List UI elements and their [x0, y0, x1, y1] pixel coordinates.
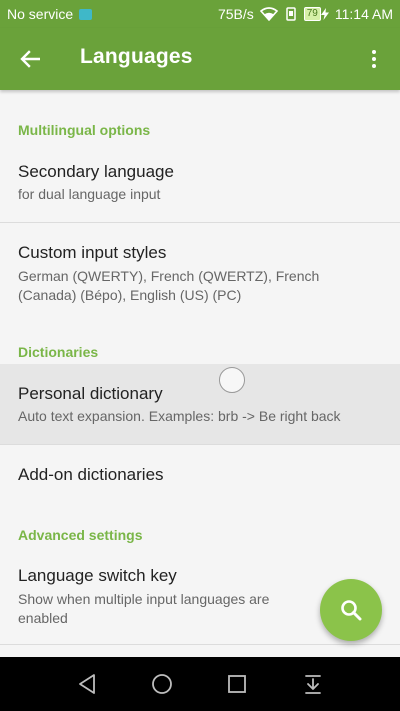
pref-summary: for dual language input	[18, 186, 161, 202]
app-bar: Languages	[0, 28, 400, 90]
arrow-left-icon	[20, 50, 40, 68]
back-triangle-icon	[79, 674, 95, 694]
more-vertical-icon	[372, 50, 376, 68]
pref-title: Personal dictionary	[18, 384, 163, 403]
pref-personal-dictionary[interactable]: Personal dictionary Auto text expansion.…	[0, 364, 400, 444]
network-speed: 75B/s	[217, 6, 254, 22]
pref-secondary-language[interactable]: Secondary language for dual language inp…	[0, 148, 400, 222]
clock: 11:14 AM	[334, 6, 393, 22]
section-header-dictionaries: Dictionaries	[18, 344, 99, 360]
pref-title: Custom input styles	[18, 243, 167, 262]
search-icon	[341, 600, 362, 621]
pref-summary: Show when multiple input languages are e…	[18, 591, 270, 626]
status-right: 75B/s 79 11:14 AM	[218, 6, 393, 22]
page-title: Languages	[80, 45, 193, 68]
battery-level: 79	[303, 7, 321, 21]
nav-notification-button[interactable]	[300, 671, 326, 697]
sim-icon	[79, 8, 93, 20]
pref-summary: German (QWERTY), French (QWERTZ), French…	[18, 268, 320, 303]
wifi-icon	[259, 7, 278, 21]
charging-icon	[320, 8, 329, 20]
touch-ripple	[219, 367, 245, 393]
section-header-multilingual: Multilingual options	[18, 122, 151, 138]
back-button[interactable]	[14, 43, 46, 75]
pref-title: Add-on dictionaries	[18, 465, 164, 484]
search-fab[interactable]	[320, 579, 382, 641]
nav-recents-button[interactable]	[224, 671, 250, 697]
status-bar: No service 75B/s 79 11:14 AM	[0, 0, 400, 28]
notification-pulldown-icon	[305, 675, 321, 694]
nav-back-button[interactable]	[74, 671, 100, 697]
nav-home-button[interactable]	[149, 671, 175, 697]
battery-icon: 79	[303, 7, 329, 21]
carrier-text: No service	[7, 6, 74, 22]
pref-title: Language switch key	[18, 566, 177, 585]
preference-list[interactable]: Multilingual options Secondary language …	[0, 90, 400, 657]
home-circle-icon	[152, 674, 172, 694]
system-nav-bar	[0, 657, 400, 711]
overflow-menu-button[interactable]	[358, 43, 390, 75]
pref-title: Secondary language	[18, 162, 174, 181]
vibrate-icon	[286, 7, 296, 21]
section-header-advanced: Advanced settings	[18, 527, 143, 543]
status-left: No service	[7, 6, 93, 22]
recents-square-icon	[228, 675, 246, 693]
pref-custom-input-styles[interactable]: Custom input styles German (QWERTY), Fre…	[0, 223, 400, 318]
divider	[0, 644, 400, 645]
pref-summary: Auto text expansion. Examples: brb -> Be…	[18, 408, 341, 424]
pref-addon-dictionaries[interactable]: Add-on dictionaries	[0, 445, 400, 507]
